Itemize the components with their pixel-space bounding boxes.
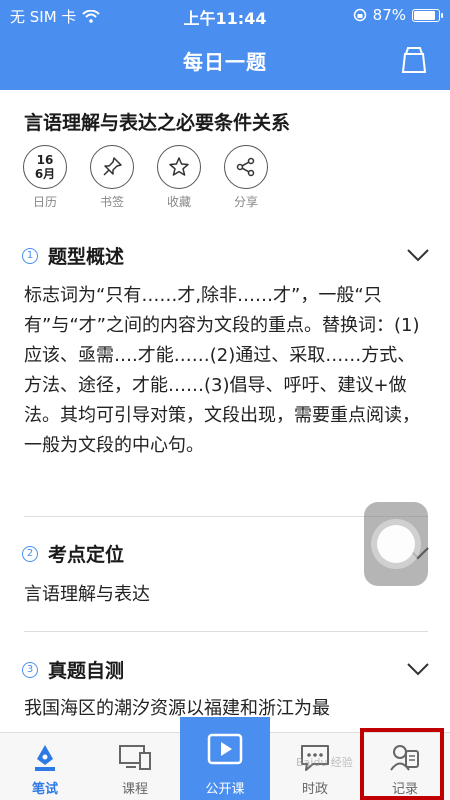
question-title: 言语理解与表达之必要条件关系 bbox=[24, 112, 291, 134]
play-icon bbox=[207, 733, 243, 765]
section-number: 1 bbox=[22, 247, 38, 264]
share-action[interactable]: 分享 bbox=[223, 145, 269, 210]
calendar-label: 日历 bbox=[32, 195, 57, 209]
section-location-text: 言语理解与表达 bbox=[24, 584, 150, 605]
assistive-touch-button[interactable] bbox=[364, 502, 428, 586]
tab-written-exam[interactable]: 笔试 bbox=[0, 733, 90, 800]
devices-icon bbox=[119, 745, 151, 770]
tab-label: 时政 bbox=[301, 782, 328, 797]
section-title: 题型概述 bbox=[48, 246, 125, 268]
calendar-action[interactable]: 16 6月 日历 bbox=[22, 145, 68, 210]
bag-icon[interactable] bbox=[400, 44, 428, 76]
section-number: 3 bbox=[22, 661, 38, 678]
tab-label: 笔试 bbox=[31, 782, 58, 797]
divider bbox=[24, 631, 428, 632]
section-number: 2 bbox=[22, 545, 38, 562]
pen-icon bbox=[35, 745, 55, 771]
highlight-box bbox=[360, 728, 444, 800]
chevron-down-icon[interactable] bbox=[406, 248, 430, 262]
watermark: Baidu 经验 bbox=[296, 756, 353, 769]
star-icon bbox=[157, 145, 201, 189]
content-area[interactable]: 言语理解与表达之必要条件关系 16 6月 日历 书签 收藏 分享 1 题型概述 … bbox=[0, 90, 450, 732]
favorite-label: 收藏 bbox=[166, 195, 191, 209]
pin-icon bbox=[90, 145, 134, 189]
date-month: 6月 bbox=[34, 167, 56, 181]
tab-courses[interactable]: 课程 bbox=[90, 733, 180, 800]
share-icon bbox=[224, 145, 268, 189]
status-right: 87% bbox=[353, 6, 443, 24]
bookmark-label: 书签 bbox=[99, 195, 124, 209]
section-overview-header[interactable]: 1 题型概述 bbox=[22, 242, 124, 269]
tab-label: 课程 bbox=[121, 782, 148, 797]
tab-label: 公开课 bbox=[205, 782, 245, 797]
calendar-icon: 16 6月 bbox=[23, 145, 67, 189]
action-row: 16 6月 日历 书签 收藏 分享 bbox=[22, 145, 269, 210]
screen: 无 SIM 卡 上午11:44 87% 每日一题 言语理解与表达之必要条件关系 … bbox=[0, 0, 450, 800]
section-title: 真题自测 bbox=[48, 660, 125, 682]
favorite-action[interactable]: 收藏 bbox=[156, 145, 202, 210]
battery-percent: 87% bbox=[372, 6, 406, 24]
section-location-header[interactable]: 2 考点定位 bbox=[22, 540, 124, 567]
assistive-touch-dot bbox=[377, 525, 415, 563]
bookmark-action[interactable]: 书签 bbox=[89, 145, 135, 210]
section-title: 考点定位 bbox=[48, 544, 125, 566]
nav-bar: 每日一题 bbox=[0, 32, 450, 90]
tab-open-class[interactable]: 公开课 bbox=[180, 717, 270, 800]
chevron-down-icon[interactable] bbox=[406, 662, 430, 676]
assistive-touch-ring bbox=[371, 519, 421, 569]
battery-icon bbox=[412, 8, 443, 22]
status-bar: 无 SIM 卡 上午11:44 87% bbox=[0, 0, 450, 32]
section-overview-text: 标志词为“只有……才,除非……才”，一般“只有”与“才”之间的内容为文段的重点。… bbox=[24, 285, 420, 456]
rotation-lock-icon bbox=[353, 8, 366, 22]
nav-title: 每日一题 bbox=[183, 50, 267, 74]
section-test-header[interactable]: 3 真题自测 bbox=[22, 656, 124, 683]
date-day: 16 bbox=[36, 153, 54, 167]
share-label: 分享 bbox=[233, 195, 258, 209]
battery-fill bbox=[414, 10, 435, 20]
